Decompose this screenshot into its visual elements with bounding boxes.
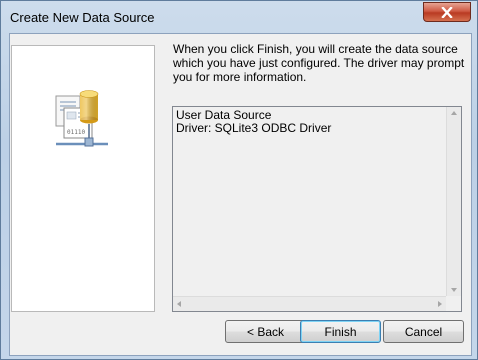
scroll-right-arrow-icon[interactable] [438, 301, 442, 307]
svg-text:01110: 01110 [67, 129, 85, 136]
database-network-icon: 01110 [55, 90, 108, 147]
finish-message: When you click Finish, you will create t… [173, 42, 465, 84]
wizard-icon-panel: 01110 [11, 45, 155, 312]
finish-button[interactable]: Finish [300, 320, 381, 343]
window-title: Create New Data Source [10, 10, 155, 25]
cancel-button[interactable]: Cancel [383, 320, 464, 343]
dialog-window: Create New Data Source 01110 When you cl… [0, 0, 478, 360]
dialog-body: 01110 When you click Finish, you will cr… [9, 33, 472, 356]
summary-box: User Data Source Driver: SQLite3 ODBC Dr… [172, 106, 462, 312]
scrollbar-corner [446, 296, 461, 311]
summary-text: User Data Source Driver: SQLite3 ODBC Dr… [176, 109, 331, 135]
scroll-down-arrow-icon[interactable] [451, 288, 457, 292]
close-button[interactable] [423, 2, 471, 22]
vertical-scrollbar[interactable] [446, 107, 461, 296]
close-icon [441, 6, 453, 18]
horizontal-scrollbar[interactable] [173, 296, 446, 311]
summary-line-driver: Driver: SQLite3 ODBC Driver [176, 121, 332, 135]
scroll-left-arrow-icon[interactable] [177, 301, 181, 307]
back-button[interactable]: < Back [225, 320, 306, 343]
scroll-up-arrow-icon[interactable] [451, 111, 457, 115]
